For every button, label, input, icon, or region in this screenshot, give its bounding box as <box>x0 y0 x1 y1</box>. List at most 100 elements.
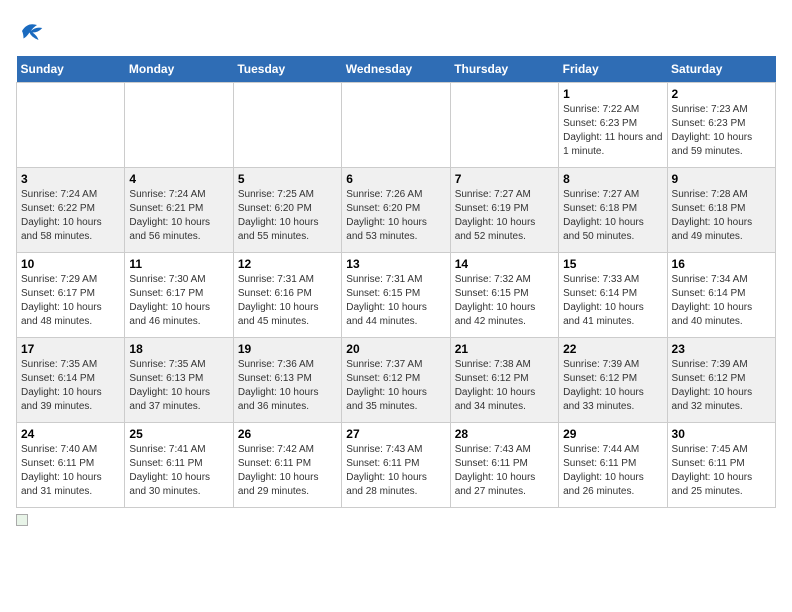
day-number: 15 <box>563 257 662 271</box>
calendar-cell: 5Sunrise: 7:25 AMSunset: 6:20 PMDaylight… <box>233 168 341 253</box>
calendar-cell: 2 Sunrise: 7:23 AMSunset: 6:23 PMDaylight… <box>667 83 775 168</box>
calendar-cell: 26 Sunrise: 7:42 AMSunset: 6:11 PMDayligh… <box>233 423 341 508</box>
day-number: 16 <box>672 257 771 271</box>
calendar-cell: 7 Sunrise: 7:27 AMSunset: 6:19 PMDaylight… <box>450 168 558 253</box>
day-info: Sunrise: 7:44 AMSunset: 6:11 PMDaylight:… <box>563 443 662 499</box>
day-number: 28 <box>455 427 554 441</box>
day-number: 7 <box>455 172 554 186</box>
day-number: 13 <box>346 257 445 271</box>
day-number: 18 <box>129 342 228 356</box>
calendar-cell <box>17 83 125 168</box>
calendar-week-row: 3 Sunrise: 7:24 AMSunset: 6:22 PMDaylight… <box>17 168 776 253</box>
day-info: Sunrise: 7:30 AMSunset: 6:17 PMDaylight:… <box>129 273 228 329</box>
day-info: Sunrise: 7:22 AMSunset: 6:23 PMDaylight:… <box>563 103 662 159</box>
day-info: Sunrise: 7:42 AMSunset: 6:11 PMDaylight:… <box>238 443 337 499</box>
weekday-header-sunday: Sunday <box>17 56 125 83</box>
weekday-header-monday: Monday <box>125 56 233 83</box>
day-info: Sunrise: 7:33 AMSunset: 6:14 PMDaylight:… <box>563 273 662 329</box>
weekday-header-tuesday: Tuesday <box>233 56 341 83</box>
day-info: Sunrise: 7:40 AMSunset: 6:11 PMDaylight:… <box>21 443 120 499</box>
day-info: Sunrise: 7:36 AMSunset: 6:13 PMDaylight:… <box>238 358 337 414</box>
calendar-cell: 24 Sunrise: 7:40 AMSunset: 6:11 PMDayligh… <box>17 423 125 508</box>
day-number: 3 <box>21 172 120 186</box>
calendar-footer <box>16 514 776 526</box>
day-info: Sunrise: 7:24 AMSunset: 6:21 PMDaylight:… <box>129 188 228 244</box>
day-number: 6 <box>346 172 445 186</box>
day-number: 30 <box>672 427 771 441</box>
day-number: 27 <box>346 427 445 441</box>
day-number: 26 <box>238 427 337 441</box>
day-number: 5 <box>238 172 337 186</box>
day-number: 9 <box>672 172 771 186</box>
weekday-header-thursday: Thursday <box>450 56 558 83</box>
day-info: Sunrise: 7:43 AMSunset: 6:11 PMDaylight:… <box>346 443 445 499</box>
day-info: Sunrise: 7:27 AMSunset: 6:19 PMDaylight:… <box>455 188 554 244</box>
day-number: 21 <box>455 342 554 356</box>
day-info: Sunrise: 7:23 AMSunset: 6:23 PMDaylight:… <box>672 103 771 159</box>
calendar-cell: 16 Sunrise: 7:34 AMSunset: 6:14 PMDayligh… <box>667 253 775 338</box>
weekday-header-saturday: Saturday <box>667 56 775 83</box>
day-number: 4 <box>129 172 228 186</box>
calendar-cell: 6 Sunrise: 7:26 AMSunset: 6:20 PMDaylight… <box>342 168 450 253</box>
calendar-cell: 23 Sunrise: 7:39 AMSunset: 6:12 PMDayligh… <box>667 338 775 423</box>
calendar-cell: 12Sunrise: 7:31 AMSunset: 6:16 PMDayligh… <box>233 253 341 338</box>
day-number: 10 <box>21 257 120 271</box>
day-info: Sunrise: 7:29 AMSunset: 6:17 PMDaylight:… <box>21 273 120 329</box>
day-info: Sunrise: 7:32 AMSunset: 6:15 PMDaylight:… <box>455 273 554 329</box>
day-info: Sunrise: 7:35 AMSunset: 6:13 PMDaylight:… <box>129 358 228 414</box>
calendar-cell: 29 Sunrise: 7:44 AMSunset: 6:11 PMDayligh… <box>559 423 667 508</box>
calendar-cell: 21Sunrise: 7:38 AMSunset: 6:12 PMDayligh… <box>450 338 558 423</box>
calendar-cell <box>450 83 558 168</box>
day-number: 23 <box>672 342 771 356</box>
day-number: 17 <box>21 342 120 356</box>
logo <box>16 16 50 46</box>
day-info: Sunrise: 7:26 AMSunset: 6:20 PMDaylight:… <box>346 188 445 244</box>
day-number: 19 <box>238 342 337 356</box>
calendar-cell <box>233 83 341 168</box>
footer-daylight <box>16 514 32 526</box>
day-info: Sunrise: 7:35 AMSunset: 6:14 PMDaylight:… <box>21 358 120 414</box>
day-number: 2 <box>672 87 771 101</box>
calendar-cell: 18 Sunrise: 7:35 AMSunset: 6:13 PMDayligh… <box>125 338 233 423</box>
day-number: 11 <box>129 257 228 271</box>
day-number: 25 <box>129 427 228 441</box>
day-number: 29 <box>563 427 662 441</box>
daylight-box-icon <box>16 514 28 526</box>
calendar-cell: 13 Sunrise: 7:31 AMSunset: 6:15 PMDayligh… <box>342 253 450 338</box>
day-number: 24 <box>21 427 120 441</box>
calendar-header-row: SundayMondayTuesdayWednesdayThursdayFrid… <box>17 56 776 83</box>
calendar-table: SundayMondayTuesdayWednesdayThursdayFrid… <box>16 56 776 508</box>
day-info: Sunrise: 7:39 AMSunset: 6:12 PMDaylight:… <box>563 358 662 414</box>
weekday-header-wednesday: Wednesday <box>342 56 450 83</box>
day-info: Sunrise: 7:31 AMSunset: 6:15 PMDaylight:… <box>346 273 445 329</box>
calendar-cell: 3 Sunrise: 7:24 AMSunset: 6:22 PMDaylight… <box>17 168 125 253</box>
calendar-cell: 15 Sunrise: 7:33 AMSunset: 6:14 PMDayligh… <box>559 253 667 338</box>
day-info: Sunrise: 7:37 AMSunset: 6:12 PMDaylight:… <box>346 358 445 414</box>
day-info: Sunrise: 7:45 AMSunset: 6:11 PMDaylight:… <box>672 443 771 499</box>
day-info: Sunrise: 7:24 AMSunset: 6:22 PMDaylight:… <box>21 188 120 244</box>
day-info: Sunrise: 7:41 AMSunset: 6:11 PMDaylight:… <box>129 443 228 499</box>
calendar-cell: 27 Sunrise: 7:43 AMSunset: 6:11 PMDayligh… <box>342 423 450 508</box>
day-info: Sunrise: 7:43 AMSunset: 6:11 PMDaylight:… <box>455 443 554 499</box>
day-info: Sunrise: 7:39 AMSunset: 6:12 PMDaylight:… <box>672 358 771 414</box>
calendar-cell: 30 Sunrise: 7:45 AMSunset: 6:11 PMDayligh… <box>667 423 775 508</box>
calendar-cell: 17 Sunrise: 7:35 AMSunset: 6:14 PMDayligh… <box>17 338 125 423</box>
calendar-week-row: 1Sunrise: 7:22 AMSunset: 6:23 PMDaylight… <box>17 83 776 168</box>
calendar-cell: 22 Sunrise: 7:39 AMSunset: 6:12 PMDayligh… <box>559 338 667 423</box>
calendar-cell <box>125 83 233 168</box>
weekday-header-friday: Friday <box>559 56 667 83</box>
calendar-cell: 28 Sunrise: 7:43 AMSunset: 6:11 PMDayligh… <box>450 423 558 508</box>
calendar-cell: 25 Sunrise: 7:41 AMSunset: 6:11 PMDayligh… <box>125 423 233 508</box>
day-number: 14 <box>455 257 554 271</box>
calendar-cell: 9 Sunrise: 7:28 AMSunset: 6:18 PMDaylight… <box>667 168 775 253</box>
day-number: 22 <box>563 342 662 356</box>
day-info: Sunrise: 7:27 AMSunset: 6:18 PMDaylight:… <box>563 188 662 244</box>
calendar-week-row: 24 Sunrise: 7:40 AMSunset: 6:11 PMDayligh… <box>17 423 776 508</box>
day-number: 12 <box>238 257 337 271</box>
day-info: Sunrise: 7:28 AMSunset: 6:18 PMDaylight:… <box>672 188 771 244</box>
calendar-cell: 8Sunrise: 7:27 AMSunset: 6:18 PMDaylight… <box>559 168 667 253</box>
day-info: Sunrise: 7:34 AMSunset: 6:14 PMDaylight:… <box>672 273 771 329</box>
calendar-cell: 10 Sunrise: 7:29 AMSunset: 6:17 PMDayligh… <box>17 253 125 338</box>
calendar-week-row: 17 Sunrise: 7:35 AMSunset: 6:14 PMDayligh… <box>17 338 776 423</box>
calendar-cell: 11 Sunrise: 7:30 AMSunset: 6:17 PMDayligh… <box>125 253 233 338</box>
